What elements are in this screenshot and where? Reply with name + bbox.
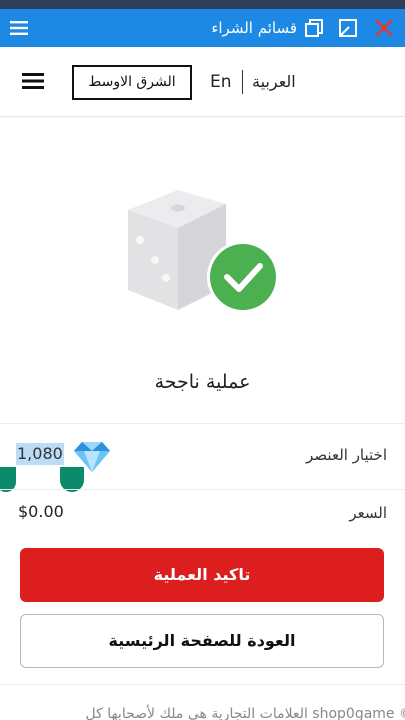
status-strip	[0, 0, 405, 9]
item-label: اختيار العنصر	[306, 446, 387, 464]
footer-copyright: © shop0game العلامات التجارية هي ملك لأص…	[85, 706, 405, 720]
divider	[0, 423, 405, 424]
window-bar: قسائم الشراء	[0, 9, 405, 47]
price-label: السعر	[349, 504, 387, 522]
site-header: الشرق الاوسط En العربية	[0, 47, 405, 117]
language-ar-link[interactable]: العربية	[252, 71, 296, 93]
language-en-link[interactable]: En	[210, 71, 232, 93]
divider	[0, 684, 405, 685]
success-illustration	[128, 190, 279, 313]
item-quantity[interactable]: 1,080	[16, 443, 64, 465]
confirm-button[interactable]: تاكيد العملية	[20, 548, 384, 602]
hamburger-menu-icon[interactable]	[22, 71, 44, 91]
window-title: قسائم الشراء	[211, 19, 297, 37]
price-value: $0.00	[18, 502, 64, 521]
divider	[0, 489, 405, 490]
success-title: عملية ناجحة	[154, 371, 251, 393]
region-selector-button[interactable]: الشرق الاوسط	[72, 65, 192, 100]
close-icon[interactable]	[374, 18, 394, 38]
page: قسائم الشراء الشرق الاوسط En العربية عمل…	[0, 0, 405, 720]
restore-icon[interactable]	[339, 19, 357, 37]
copy-icon[interactable]	[304, 18, 324, 38]
back-home-button[interactable]: العودة للصفحة الرئيسية	[20, 614, 384, 668]
checkmark-icon	[207, 241, 279, 313]
menu-icon[interactable]	[9, 18, 29, 38]
language-separator	[242, 70, 243, 94]
